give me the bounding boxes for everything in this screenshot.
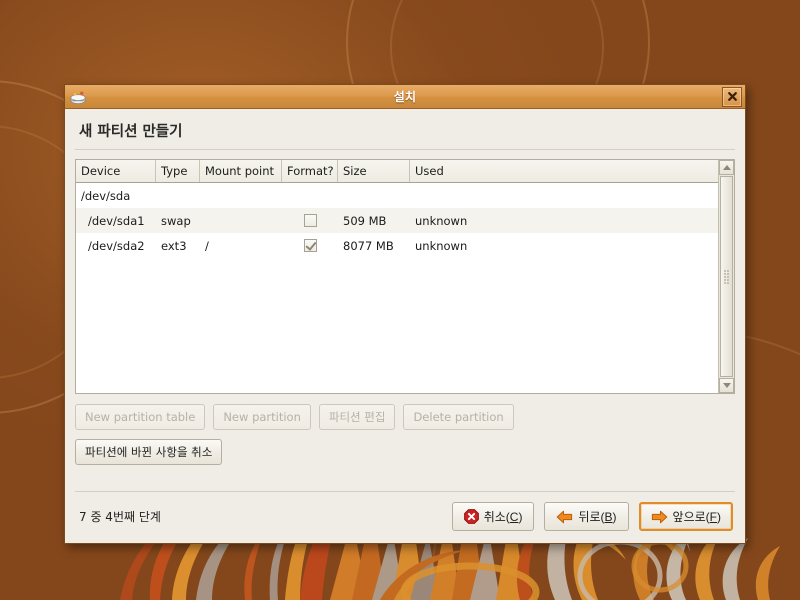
undo-button-row: 파티션에 바뀐 사항을 취소: [75, 439, 735, 465]
cell-used: unknown: [415, 213, 468, 228]
format-checkbox[interactable]: [303, 239, 317, 252]
dialog-body: 새 파티션 만들기 Device Type Mount point Format…: [65, 109, 745, 543]
cell-used: unknown: [415, 238, 468, 253]
hard-disk-icon: [69, 88, 87, 106]
desktop-background: 설치 새 파티션 만들기 Device Type Mount point For…: [0, 0, 800, 600]
forward-button[interactable]: 앞으로(F): [638, 502, 733, 531]
cancel-stop-icon: [463, 509, 479, 524]
cell-format: [282, 239, 338, 252]
cell-mount-point: /: [205, 238, 209, 253]
column-header-size[interactable]: Size: [338, 160, 410, 182]
window-titlebar[interactable]: 설치: [65, 85, 745, 109]
partition-list-inner: Device Type Mount point Format? Size Use…: [76, 160, 718, 393]
column-header-device[interactable]: Device: [76, 160, 156, 182]
forward-button-label: 앞으로(F): [672, 510, 721, 524]
scrollbar-thumb[interactable]: [720, 176, 733, 377]
cell-size: 509 MB: [343, 213, 387, 228]
column-header-type[interactable]: Type: [156, 160, 200, 182]
cancel-button-label: 취소(C): [483, 510, 523, 524]
edit-partition-button[interactable]: 파티션 편집: [318, 404, 396, 430]
close-icon[interactable]: [722, 86, 742, 107]
cell-type: swap: [161, 213, 191, 228]
new-partition-button[interactable]: New partition: [213, 404, 311, 430]
column-header-format[interactable]: Format?: [282, 160, 338, 182]
scroll-down-icon[interactable]: [719, 378, 734, 393]
column-header-mount-point[interactable]: Mount point: [200, 160, 282, 182]
header-separator: [75, 149, 735, 150]
scroll-up-icon[interactable]: [719, 160, 734, 175]
table-row[interactable]: /dev/sda1 swap 509 MB unknown: [76, 208, 718, 233]
partition-list[interactable]: Device Type Mount point Format? Size Use…: [75, 159, 735, 394]
undo-partition-changes-button[interactable]: 파티션에 바뀐 사항을 취소: [75, 439, 223, 465]
installer-dialog: 설치 새 파티션 만들기 Device Type Mount point For…: [64, 84, 746, 544]
new-partition-table-button[interactable]: New partition table: [75, 404, 206, 430]
vertical-scrollbar[interactable]: [718, 160, 734, 393]
dialog-footer: 7 중 4번째 단계 취소(C) 뒤로(B) 앞으로(F): [65, 492, 745, 543]
cell-device: /dev/sda1: [88, 213, 145, 228]
table-row[interactable]: /dev/sda2 ext3 / 8077 MB unknown: [76, 233, 718, 258]
back-button[interactable]: 뒤로(B): [544, 502, 629, 531]
scrollbar-track[interactable]: [719, 175, 734, 378]
cell-format: [282, 214, 338, 227]
cell-device: /dev/sda: [81, 188, 131, 203]
cancel-button[interactable]: 취소(C): [451, 502, 535, 531]
delete-partition-button[interactable]: Delete partition: [403, 404, 514, 430]
step-indicator: 7 중 4번째 단계: [79, 510, 161, 524]
format-checkbox[interactable]: [303, 214, 317, 227]
scrollbar-grip-icon: [723, 269, 730, 284]
table-column-headers: Device Type Mount point Format? Size Use…: [76, 160, 718, 183]
cell-device: /dev/sda2: [88, 238, 145, 253]
cell-size: 8077 MB: [343, 238, 394, 253]
column-header-used[interactable]: Used: [410, 160, 718, 182]
partition-tool-buttons: New partition table New partition 파티션 편집…: [75, 404, 735, 430]
back-button-label: 뒤로(B): [578, 510, 617, 524]
arrow-right-icon: [651, 510, 668, 524]
window-title: 설치: [393, 90, 417, 104]
cell-type: ext3: [161, 238, 187, 253]
table-row[interactable]: /dev/sda: [76, 183, 718, 208]
page-title: 새 파티션 만들기: [79, 124, 183, 140]
footer-buttons: 취소(C) 뒤로(B) 앞으로(F): [451, 502, 733, 531]
arrow-left-icon: [556, 510, 573, 524]
